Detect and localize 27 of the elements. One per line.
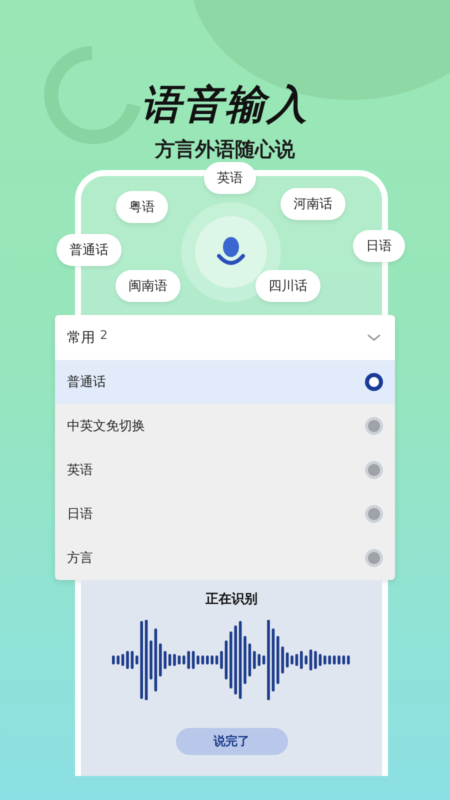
language-chip[interactable]: 河南话	[280, 188, 346, 220]
mic-button[interactable]	[195, 216, 267, 288]
language-option[interactable]: 方言	[55, 536, 395, 580]
option-label: 普通话	[67, 374, 107, 391]
subheadline: 方言外语随心说	[155, 136, 295, 162]
microphone-icon	[216, 236, 246, 268]
status-text: 正在识别	[206, 591, 258, 608]
language-option[interactable]: 中英文免切换	[55, 404, 395, 448]
language-chip[interactable]: 四川话	[256, 270, 320, 302]
language-option[interactable]: 英语	[55, 448, 395, 492]
radio-button[interactable]	[365, 373, 383, 391]
group-count: 2	[100, 328, 108, 342]
language-option[interactable]: 日语	[55, 492, 395, 536]
option-label: 方言	[67, 550, 94, 567]
language-chip[interactable]: 日语	[353, 230, 405, 262]
option-label: 日语	[67, 506, 94, 523]
group-label: 常用	[67, 328, 95, 346]
option-label: 英语	[67, 462, 94, 479]
finish-button[interactable]: 说完了	[176, 728, 288, 755]
option-label: 中英文免切换	[67, 418, 146, 435]
language-chip[interactable]: 闽南语	[116, 270, 180, 302]
headline: 语音输入	[141, 81, 309, 130]
language-option[interactable]: 普通话	[55, 360, 395, 404]
chevron-down-icon[interactable]	[367, 334, 381, 342]
language-chip[interactable]: 英语	[204, 162, 256, 194]
language-chip[interactable]: 粤语	[116, 191, 168, 223]
language-chip[interactable]: 普通话	[56, 234, 122, 266]
